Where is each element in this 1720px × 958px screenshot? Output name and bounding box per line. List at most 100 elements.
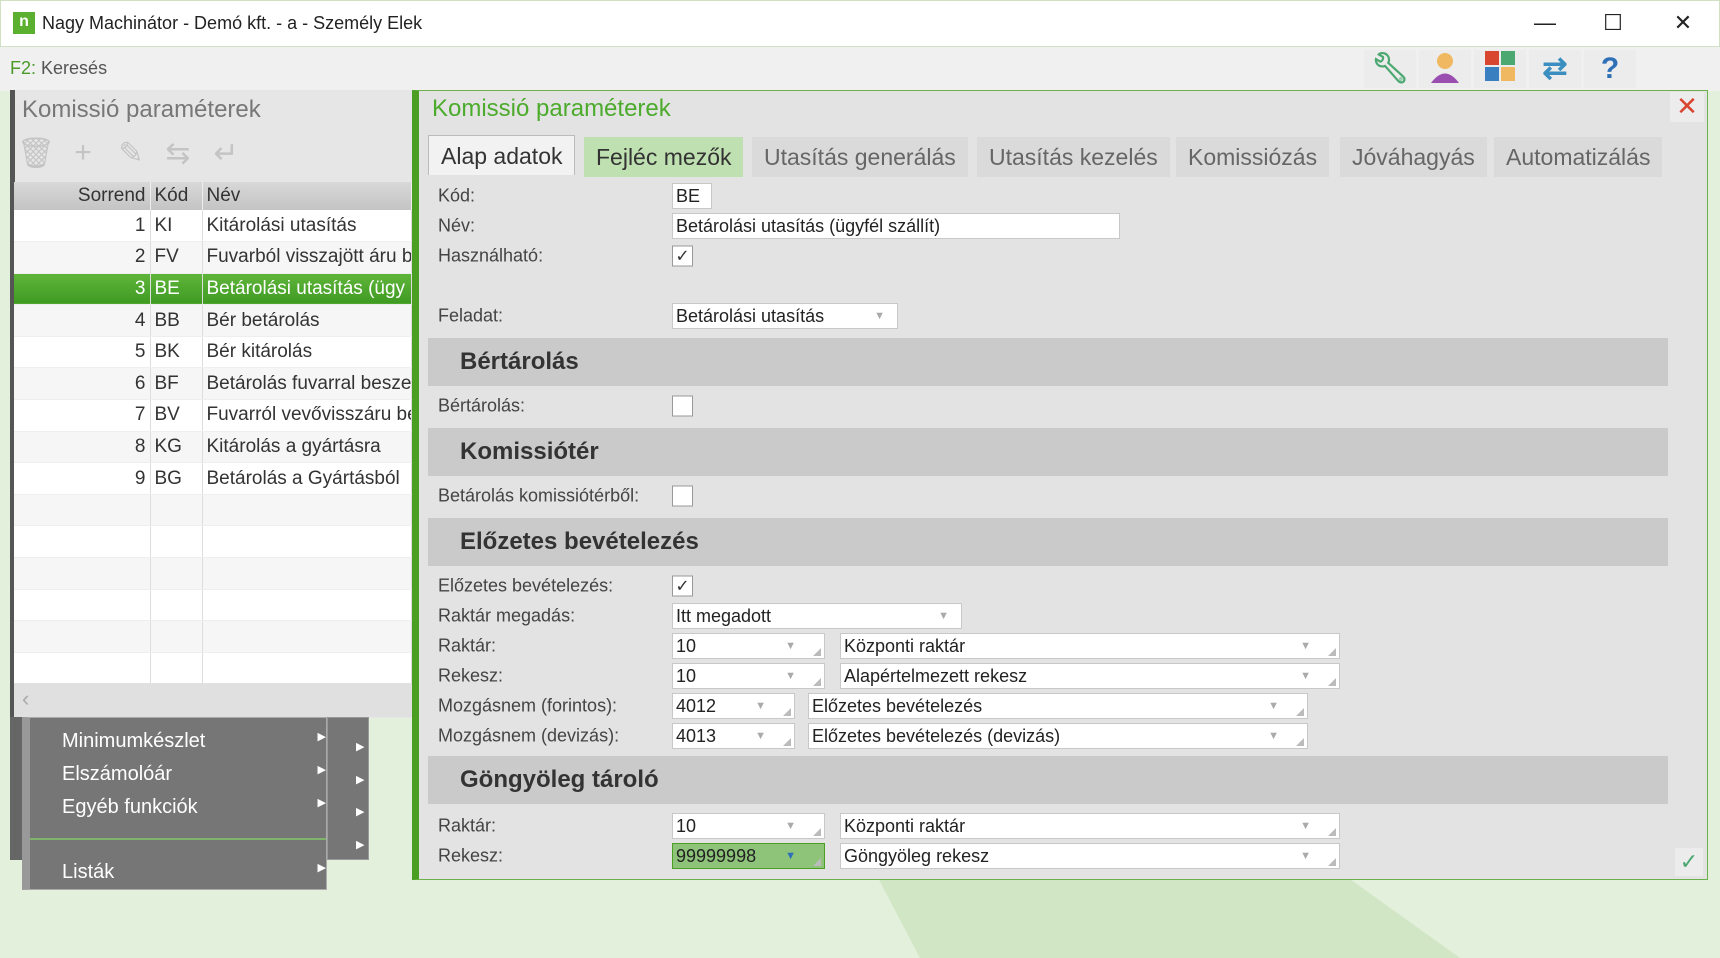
empty-row: [14, 589, 412, 622]
menu-item-label: Egyéb funkciók: [62, 796, 198, 818]
chevron-down-icon[interactable]: ▼: [785, 844, 796, 868]
chevron-down-icon[interactable]: ▼: [785, 634, 796, 658]
user-icon[interactable]: [1419, 50, 1471, 88]
submenu-arrow-icon: ▶: [356, 741, 365, 753]
edit-icon[interactable]: ✎: [111, 136, 151, 171]
code-cell: BG: [150, 462, 203, 495]
table-row[interactable]: 4 BB Bér betárolás: [14, 304, 412, 337]
code-cell: BV: [150, 399, 203, 432]
empty-cell: [14, 652, 151, 685]
bertarolas-label: Bértárolás:: [438, 395, 526, 416]
maximize-button[interactable]: ☐: [1590, 6, 1636, 40]
g_rekesz-code-input[interactable]: 99999998 ▼: [672, 843, 825, 869]
detail-panel-title: Komissió paraméterek: [432, 95, 671, 122]
tab-jovahagyas[interactable]: Jóváhagyás: [1340, 137, 1487, 177]
order-cell: 7: [14, 399, 151, 432]
submenu-arrow-icon: ▶: [356, 839, 365, 851]
table-row[interactable]: 6 BF Betárolás fuvarral besze: [14, 367, 412, 401]
add-icon[interactable]: +: [63, 136, 103, 170]
raktar-name-input[interactable]: Központi raktár ▼: [840, 633, 1340, 659]
reorder-icon[interactable]: ⇆: [158, 136, 198, 171]
column-header-code[interactable]: Kód: [150, 182, 203, 210]
window-close-button[interactable]: ✕: [1660, 6, 1706, 40]
betarolas-komissioterbol-checkbox[interactable]: [672, 485, 693, 507]
swap-icon[interactable]: ⇄: [1529, 50, 1581, 88]
mozg_ft-code-input[interactable]: 4012 ▼: [672, 693, 795, 719]
column-header-order[interactable]: Sorrend: [14, 182, 151, 210]
rekesz-code-input[interactable]: 10 ▼: [672, 663, 825, 689]
bertarolas-checkbox[interactable]: [672, 395, 693, 417]
chevron-down-icon[interactable]: ▼: [1268, 694, 1279, 718]
raktar-code-value: 10: [676, 636, 697, 656]
nev-input[interactable]: Betárolási utasítás (ügyfél szállít): [672, 213, 1120, 239]
hasznalhato-checkbox[interactable]: ✓: [672, 245, 693, 267]
tab-utasitas-generalas[interactable]: Utasítás generálás: [752, 137, 968, 177]
mozg_ft-code-value: 4012: [676, 696, 717, 716]
chevron-down-icon[interactable]: ▼: [1300, 664, 1311, 688]
table-row[interactable]: 9 BG Betárolás a Gyártásból: [14, 462, 412, 495]
table-row[interactable]: 3 BE Betárolási utasítás (ügy: [14, 273, 412, 306]
move-icon[interactable]: ↵: [206, 136, 246, 171]
kod-input[interactable]: BE: [672, 183, 712, 209]
order-cell: 9: [14, 462, 151, 495]
apps-icon[interactable]: [1474, 50, 1526, 88]
tab-automatizalas[interactable]: Automatizálás: [1494, 137, 1663, 177]
search-shortcut: F2:: [10, 58, 37, 78]
mozg_ft-name-input[interactable]: Előzetes bevételezés ▼: [808, 693, 1308, 719]
mozg_ft-name-value: Előzetes bevételezés: [812, 696, 983, 716]
menu-item-minimumkeszlet[interactable]: Minimumkészlet ▶: [62, 730, 332, 753]
table-row[interactable]: 1 KI Kitárolási utasítás: [14, 210, 412, 243]
chevron-down-icon[interactable]: ▼: [785, 814, 796, 838]
menu-item-egyeb-funkciok[interactable]: Egyéb funkciók ▶: [62, 796, 332, 819]
mozg_dev-code-input[interactable]: 4013 ▼: [672, 723, 795, 749]
name-cell: Kitárolási utasítás: [202, 210, 412, 243]
order-cell: 4: [14, 304, 151, 337]
chevron-down-icon[interactable]: ▼: [1300, 634, 1311, 658]
chevron-down-icon[interactable]: ▼: [755, 694, 766, 718]
raktar-megadas-select[interactable]: Itt megadott ▼: [672, 603, 962, 629]
name-cell: Bér kitárolás: [202, 336, 412, 369]
help-icon[interactable]: ?: [1584, 50, 1636, 88]
kod-label: Kód:: [438, 185, 476, 206]
chevron-down-icon[interactable]: ▼: [755, 724, 766, 748]
empty-cell: [202, 589, 412, 622]
chevron-down-icon[interactable]: ▼: [1300, 814, 1311, 838]
g_raktar-name-input[interactable]: Központi raktár ▼: [840, 813, 1340, 839]
chevron-down-icon[interactable]: ▼: [785, 664, 796, 688]
close-panel-button[interactable]: ✕: [1670, 92, 1704, 122]
g_raktar-code-input[interactable]: 10 ▼: [672, 813, 825, 839]
table-row[interactable]: 7 BV Fuvarról vevővisszáru be: [14, 399, 412, 432]
minimize-button[interactable]: —: [1522, 6, 1568, 40]
empty-cell: [150, 525, 203, 559]
section-elozetes-bevetelezes: Előzetes bevételezés: [428, 518, 1668, 566]
delete-icon[interactable]: 🗑︎: [16, 136, 56, 171]
resize-grip-icon: [1328, 648, 1336, 656]
tab-utasitas-kezeles[interactable]: Utasítás kezelés: [977, 137, 1170, 177]
tab-komissiozas[interactable]: Komissiózás: [1176, 137, 1330, 177]
tab-alap-adatok[interactable]: Alap adatok: [428, 135, 576, 175]
table-row[interactable]: 5 BK Bér kitárolás: [14, 336, 412, 369]
feladat-select[interactable]: Betárolási utasítás ▼: [672, 303, 898, 329]
menu-item-elszamoloar[interactable]: Elszámolóár ▶: [62, 763, 332, 786]
empty-row: [14, 620, 412, 653]
chevron-down-icon[interactable]: ▼: [1268, 724, 1279, 748]
elozetes-bevetelezes-checkbox[interactable]: ✓: [672, 575, 693, 597]
raktar-code-input[interactable]: 10 ▼: [672, 633, 825, 659]
order-cell: 8: [14, 431, 151, 464]
table-row[interactable]: 2 FV Fuvarból visszajött áru b: [14, 241, 412, 274]
search-button[interactable]: F2: Keresés: [10, 58, 107, 79]
horizontal-scrollbar[interactable]: ‹: [14, 683, 412, 717]
rekesz-name-input[interactable]: Alapértelmezett rekesz ▼: [840, 663, 1340, 689]
empty-cell: [14, 525, 151, 559]
table-row[interactable]: 8 KG Kitárolás a gyártásra: [14, 431, 412, 464]
tab-fejlec-mezok[interactable]: Fejléc mezők: [584, 137, 744, 177]
menu-item-listak[interactable]: Listák ▶: [62, 861, 332, 884]
wrench-icon[interactable]: 🔧︎: [1364, 50, 1416, 88]
mozg_dev-name-input[interactable]: Előzetes bevételezés (devizás) ▼: [808, 723, 1308, 749]
column-header-name[interactable]: Név: [202, 182, 412, 210]
g_rekesz-name-input[interactable]: Göngyöleg rekesz ▼: [840, 843, 1340, 869]
chevron-down-icon[interactable]: ▼: [1300, 844, 1311, 868]
window-title: Nagy Machinátor - Demó kft. - a - Személ…: [42, 13, 423, 33]
menu-item-label: Listák: [62, 861, 115, 883]
save-button[interactable]: ✓: [1675, 848, 1703, 876]
